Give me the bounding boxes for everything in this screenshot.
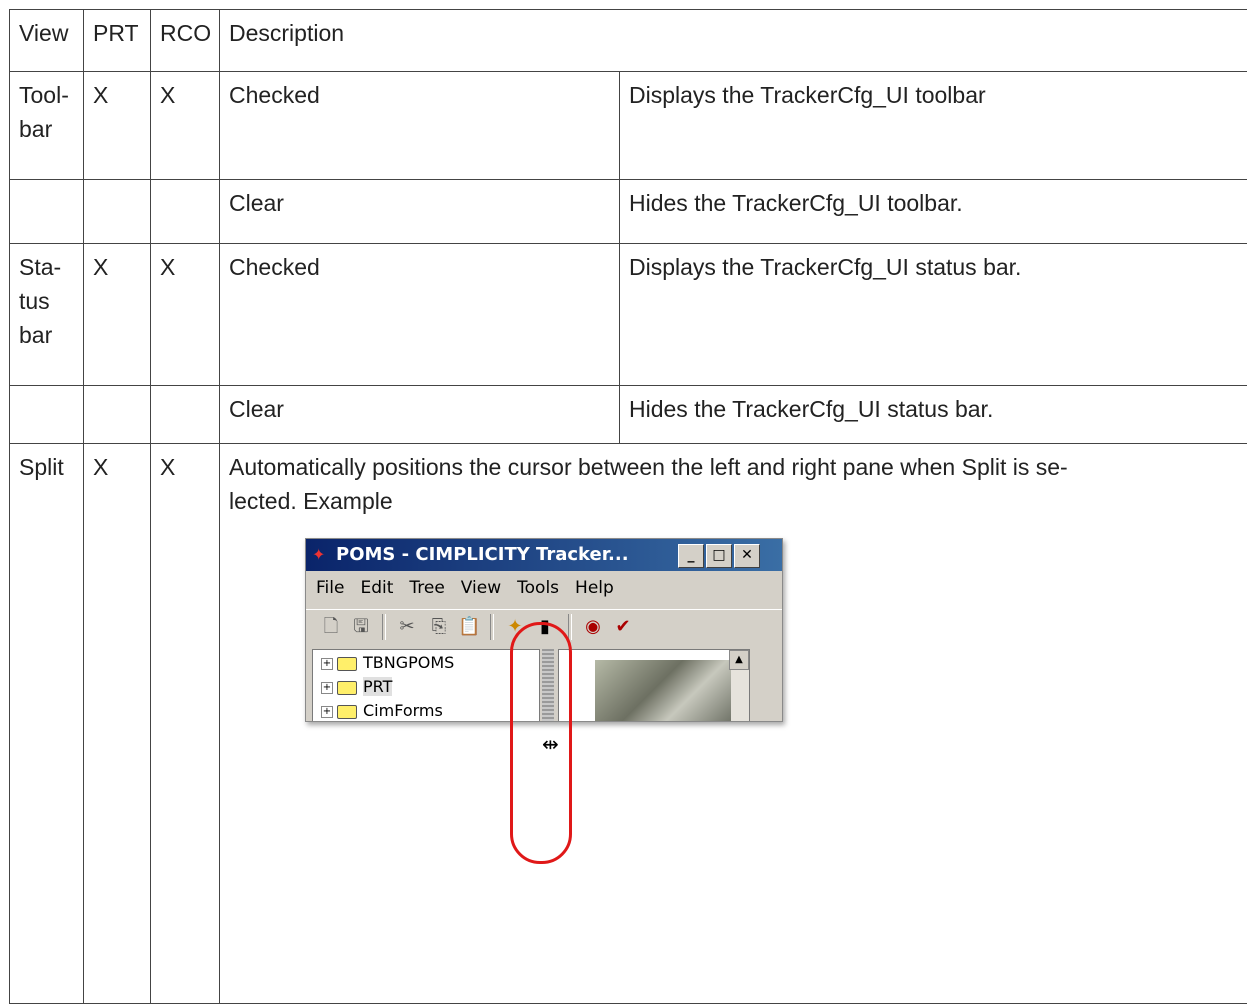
- rco-cell: X: [150, 443, 220, 1004]
- tree-item-label: TBNGPOMS: [363, 653, 455, 672]
- header-description: Description: [218, 9, 1247, 72]
- menu-tools: Tools: [517, 578, 560, 598]
- setting-cell: Clear: [219, 385, 620, 444]
- split-description-cell: Automatically positions the cursor betwe…: [218, 443, 1247, 1004]
- check-icon: ✔: [615, 616, 631, 637]
- effect-cell: Hides the TrackerCfg_UI toolbar.: [618, 179, 1247, 244]
- setting-cell: Checked: [219, 71, 620, 180]
- rco-cell: [150, 385, 220, 444]
- view-cell: [9, 385, 84, 444]
- setting-cell: Clear: [219, 179, 620, 244]
- cut-icon: ✂: [399, 616, 415, 637]
- effect-cell: Displays the TrackerCfg_UI status bar.: [618, 243, 1247, 386]
- tree-item: + TBNGPOMS: [321, 652, 454, 674]
- menu-view: View: [460, 578, 502, 598]
- tree-item-label: PRT: [363, 677, 393, 696]
- effect-cell: Displays the TrackerCfg_UI toolbar: [618, 71, 1247, 180]
- toolbar-separator: [490, 614, 494, 640]
- folder-icon: [337, 656, 357, 671]
- expand-icon: +: [321, 657, 333, 670]
- view-cell: Sta- tus bar: [9, 243, 84, 386]
- tree-pane: + TBNGPOMS + PRT + CimForms: [312, 649, 540, 721]
- tree-item: + PRT: [321, 676, 393, 698]
- prt-cell: [83, 385, 151, 444]
- rco-cell: X: [150, 71, 220, 180]
- folder-icon: [337, 680, 357, 695]
- view-cell: [9, 179, 84, 244]
- minimize-icon: _: [678, 544, 704, 568]
- window-title: POMS - CIMPLICITY Tracker...: [336, 544, 629, 565]
- app-icon: ✦: [312, 545, 326, 564]
- header-prt: PRT: [83, 9, 151, 72]
- setting-cell: Checked: [219, 243, 620, 386]
- split-description-text: Automatically positions the cursor betwe…: [229, 454, 1068, 514]
- header-row: View PRT RCO Description: [9, 9, 1247, 72]
- prt-cell: X: [83, 71, 151, 180]
- toolbar-separator: [382, 614, 386, 640]
- window-titlebar: ✦ POMS - CIMPLICITY Tracker... _ □ ✕: [306, 539, 782, 571]
- content-image: [595, 660, 745, 721]
- expand-icon: +: [321, 705, 333, 718]
- tree-item-label: CimForms: [363, 701, 443, 720]
- expand-icon: +: [321, 681, 333, 694]
- save-icon: 🖫: [353, 616, 369, 637]
- rco-cell: X: [150, 243, 220, 386]
- view-options-table: View PRT RCO Description Tool- bar X X C…: [9, 9, 1247, 1004]
- maximize-icon: □: [706, 544, 732, 568]
- split-highlight-ellipse: [510, 622, 572, 864]
- menubar: File Edit Tree View Tools Help: [306, 573, 782, 603]
- new-icon: 🗋: [323, 616, 339, 637]
- close-icon: ✕: [734, 544, 760, 568]
- header-view: View: [9, 9, 84, 72]
- table-row: Clear Hides the TrackerCfg_UI toolbar.: [9, 179, 1247, 244]
- table-row-split: Split X X Automatically positions the cu…: [9, 443, 1247, 1004]
- table-row: Clear Hides the TrackerCfg_UI status bar…: [9, 385, 1247, 444]
- tree-item: + CimForms: [321, 700, 443, 721]
- config-icon: ◉: [585, 616, 601, 637]
- menu-edit: Edit: [360, 578, 394, 598]
- rco-cell: [150, 179, 220, 244]
- scroll-up-icon: ▲: [729, 650, 749, 670]
- resize-cursor-icon: ⇹: [542, 734, 559, 756]
- table-row: Tool- bar X X Checked Displays the Track…: [9, 71, 1247, 180]
- effect-cell: Hides the TrackerCfg_UI status bar.: [618, 385, 1247, 444]
- prt-cell: X: [83, 443, 151, 1004]
- view-cell: Tool- bar: [9, 71, 84, 180]
- paste-icon: 📋: [458, 616, 481, 637]
- menu-help: Help: [575, 578, 614, 598]
- header-rco: RCO: [150, 9, 220, 72]
- table-row: Sta- tus bar X X Checked Displays the Tr…: [9, 243, 1247, 386]
- prt-cell: X: [83, 243, 151, 386]
- view-cell: Split: [9, 443, 84, 1004]
- menu-tree: Tree: [409, 578, 445, 598]
- prt-cell: [83, 179, 151, 244]
- scrollbar: ▲: [729, 650, 749, 721]
- toolbar-separator: [568, 614, 572, 640]
- menu-file: File: [316, 578, 345, 598]
- right-pane: ▲: [558, 649, 750, 721]
- folder-icon: [337, 704, 357, 719]
- copy-icon: ⎘: [431, 616, 447, 637]
